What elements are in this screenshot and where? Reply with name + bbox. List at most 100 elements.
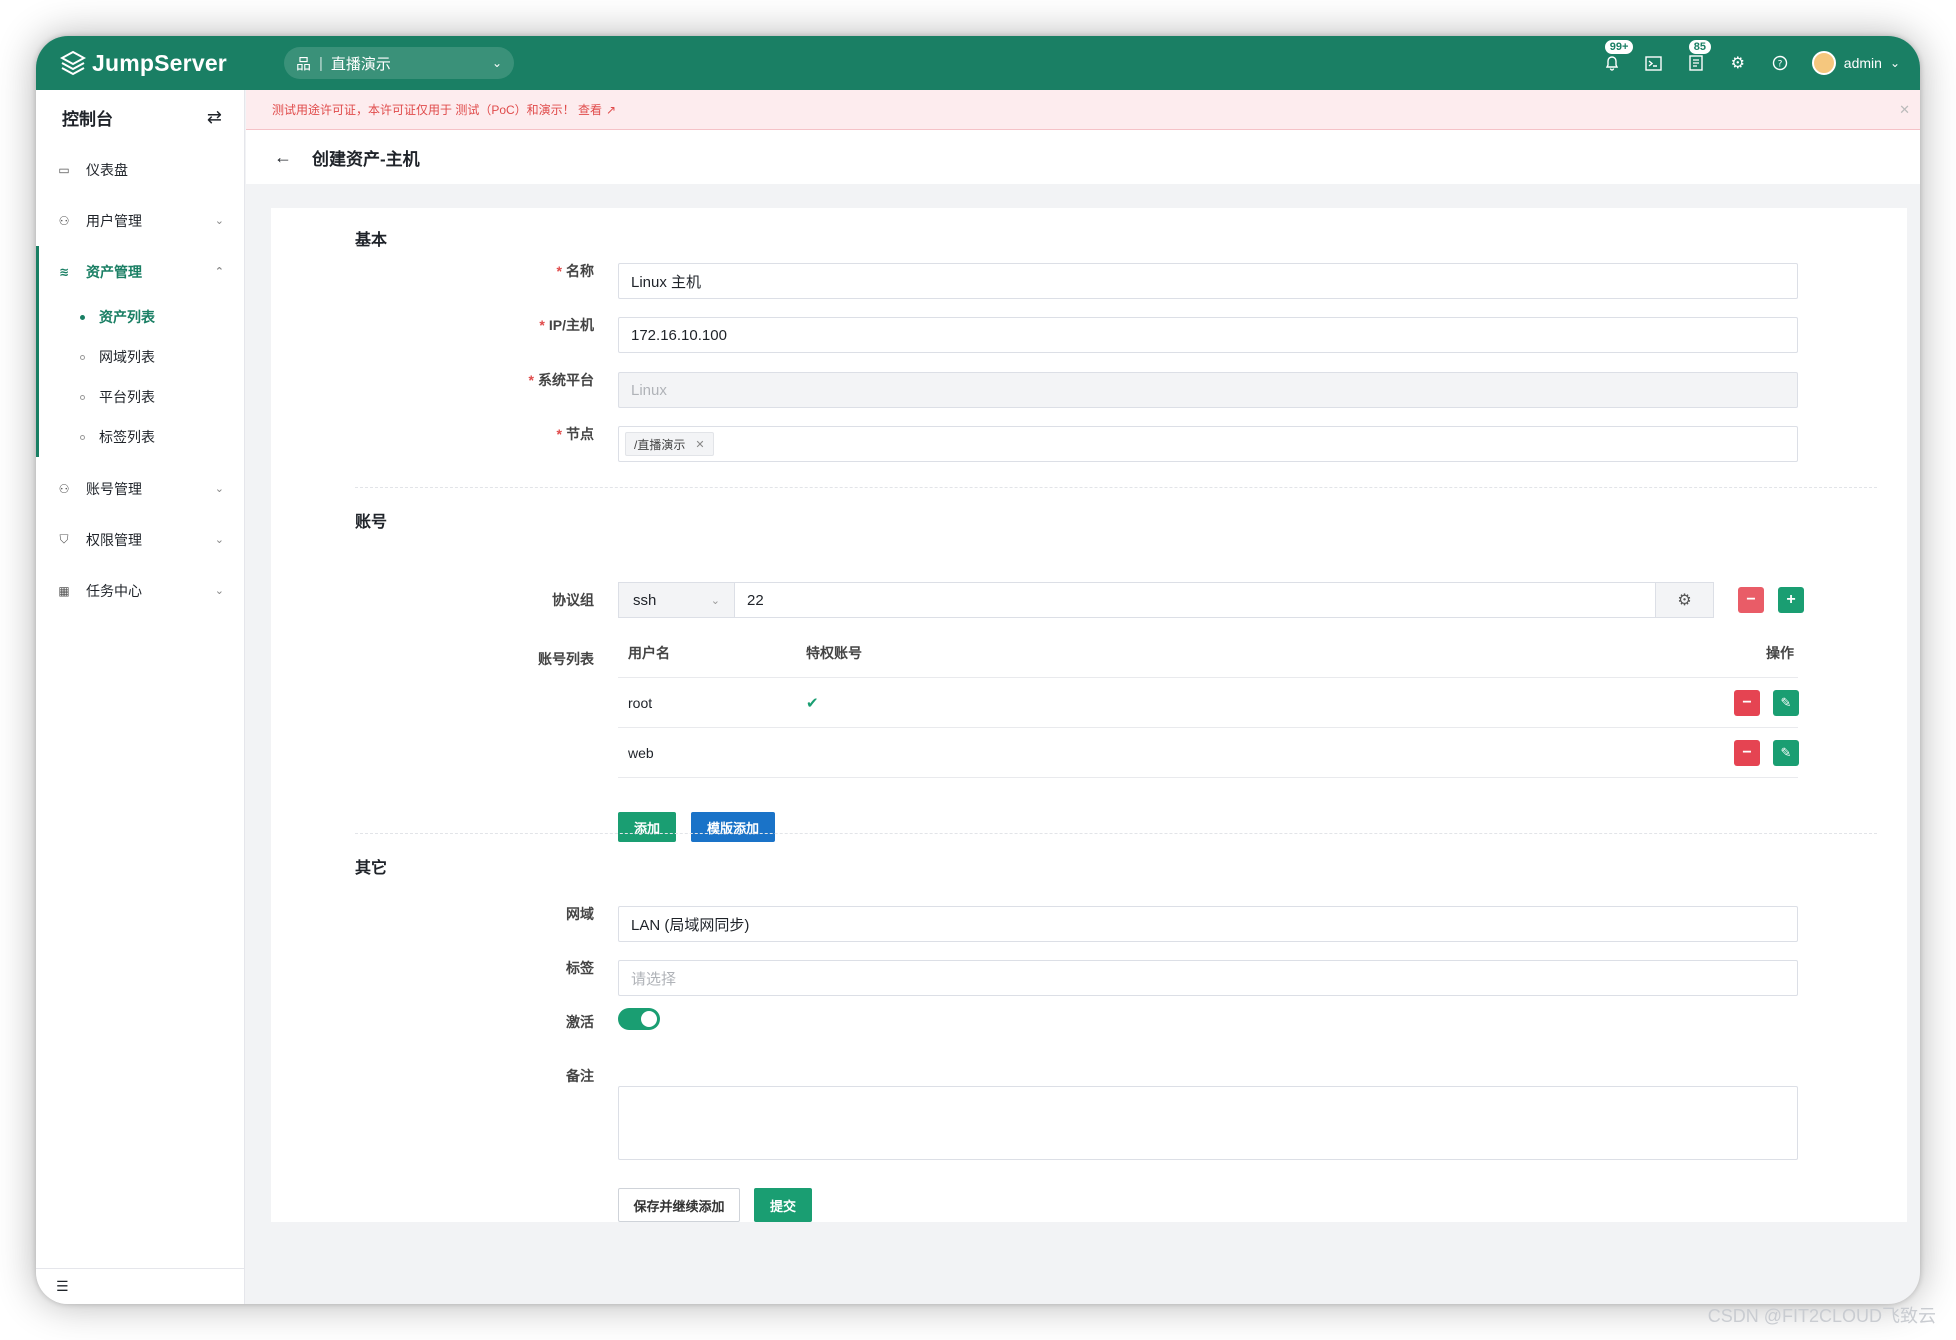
account-table: 用户名 特权账号 操作 root ✔ − ✎ web − ✎ [618, 628, 1799, 778]
tickets-button[interactable]: 85 [1686, 39, 1713, 73]
sidebar-item-label: 用户管理 [86, 212, 142, 229]
help-icon: ? [1772, 55, 1787, 71]
node-select[interactable]: /直播演示 ✕ [618, 426, 1798, 462]
node-label: * 节点 [556, 426, 594, 442]
sidebar: 控制台 ⇄ ▭ 仪表盘 ⚇ 用户管理 ⌄ ≋ 资产管理 ⌃ 资产列表 网域列表 [36, 90, 245, 1304]
sidebar-item-label: 权限管理 [86, 531, 142, 548]
chevron-down-icon: ⌄ [214, 585, 224, 597]
sidebar-item-permissions[interactable]: ⛉ 权限管理 ⌄ [36, 514, 244, 565]
sidebar-item-dashboard[interactable]: ▭ 仪表盘 [36, 144, 244, 195]
sidebar-item-tasks[interactable]: ▦ 任务中心 ⌄ [36, 565, 244, 616]
section-title-account: 账号 [355, 514, 388, 531]
top-bar: JumpServer 品 | 直播演示 ⌄ 99+ 85 ⚙ ? admin ⌄ [36, 36, 1920, 90]
help-button[interactable]: ? [1770, 53, 1790, 73]
dashboard-icon: ▭ [58, 162, 70, 177]
divider [355, 833, 1877, 834]
active-toggle[interactable] [618, 1008, 660, 1030]
column-username: 用户名 [628, 644, 670, 661]
users-icon: ⚇ [58, 213, 70, 228]
logo[interactable]: JumpServer [60, 50, 260, 77]
sidebar-subitem-domain-list[interactable]: 网域列表 [36, 337, 244, 377]
edit-account-button[interactable]: ✎ [1773, 740, 1799, 766]
table-header: 用户名 特权账号 操作 [618, 628, 1798, 678]
edit-icon: ✎ [1780, 745, 1792, 760]
external-link-icon[interactable]: ↗ [606, 103, 616, 117]
form-card: 基本 * 名称 Linux 主机 * IP/主机 172.16.10.100 * 系统… [271, 208, 1907, 1222]
sidebar-title: 控制台 [62, 109, 113, 129]
template-add-button[interactable]: 模版添加 [691, 812, 775, 842]
org-icon: 品 [296, 55, 312, 73]
settings-button[interactable]: ⚙ [1728, 53, 1748, 73]
protocol-group: ssh ⌄ 22 ⚙ [618, 582, 1714, 618]
check-icon: ✔ [806, 694, 819, 712]
notification-badge: 99+ [1603, 39, 1635, 55]
account-list-label: 账号列表 [538, 651, 594, 667]
svg-text:?: ? [1777, 60, 1782, 70]
sidebar-group-assets: ≋ 资产管理 ⌃ 资产列表 网域列表 平台列表 标签列表 [36, 246, 244, 457]
page-header: ← 创建资产-主机 [246, 130, 1920, 184]
port-input[interactable]: 22 [735, 583, 1655, 617]
protocol-label: 协议组 [552, 592, 594, 608]
sidebar-subitem-label: 资产列表 [99, 309, 155, 325]
sidebar-subitem-label-list[interactable]: 标签列表 [36, 417, 244, 457]
submit-button[interactable]: 提交 [754, 1188, 812, 1222]
bell-icon [1605, 56, 1618, 71]
gear-icon: ⚙ [1730, 55, 1745, 72]
sidebar-item-accounts[interactable]: ⚇ 账号管理 ⌄ [36, 463, 244, 514]
name-input[interactable]: Linux 主机 [618, 263, 1798, 299]
labels-select[interactable]: 请选择 [618, 960, 1798, 996]
domain-select[interactable]: LAN (局域网同步) [618, 906, 1798, 942]
divider [355, 487, 1877, 488]
labels-label: 标签 [566, 960, 594, 976]
protocol-select[interactable]: ssh ⌄ [619, 583, 735, 617]
close-icon[interactable]: ✕ [1899, 102, 1910, 118]
section-title-basic: 基本 [355, 232, 388, 249]
user-menu[interactable]: admin ⌄ [1811, 51, 1900, 75]
sidebar-subitem-label: 标签列表 [99, 429, 155, 445]
remove-protocol-button[interactable]: − [1738, 587, 1764, 613]
edit-account-button[interactable]: ✎ [1773, 690, 1799, 716]
sidebar-subitem-platform-list[interactable]: 平台列表 [36, 377, 244, 417]
back-arrow-icon[interactable]: ← [274, 147, 292, 168]
logo-text: JumpServer [92, 49, 227, 76]
edit-icon: ✎ [1780, 695, 1792, 710]
column-privileged: 特权账号 [806, 644, 862, 661]
collapse-sidebar-button[interactable]: ☰ [36, 1268, 244, 1304]
sidebar-subitem-asset-list[interactable]: 资产列表 [36, 297, 244, 337]
calendar-icon: ▦ [58, 583, 70, 598]
sidebar-item-users[interactable]: ⚇ 用户管理 ⌄ [36, 195, 244, 246]
org-selector[interactable]: 品 | 直播演示 ⌄ [284, 47, 514, 79]
ip-input[interactable]: 172.16.10.100 [618, 317, 1798, 353]
ip-label: * IP/主机 [539, 317, 594, 333]
web-terminal-button[interactable] [1644, 53, 1664, 73]
chevron-down-icon: ⌄ [710, 594, 720, 607]
notifications-button[interactable]: 99+ [1602, 39, 1635, 73]
active-label: 激活 [566, 1014, 594, 1030]
notice-text: 测试用途许可证，本许可证仅用于 测试（PoC）和演示！ 查看 [272, 103, 603, 117]
shield-icon: ⛉ [59, 532, 69, 546]
comment-label: 备注 [566, 1068, 594, 1084]
tag-close-icon[interactable]: ✕ [695, 438, 704, 451]
username-cell: root [628, 694, 653, 711]
sidebar-header: 控制台 ⇄ [36, 90, 244, 144]
org-name: 直播演示 [330, 55, 391, 73]
sidebar-item-label: 账号管理 [86, 480, 142, 497]
add-protocol-button[interactable]: + [1778, 587, 1804, 613]
sidebar-item-assets[interactable]: ≋ 资产管理 ⌃ [36, 246, 244, 297]
chevron-down-icon: ⌄ [214, 215, 224, 227]
switch-view-icon[interactable]: ⇄ [207, 107, 222, 128]
accounts-icon: ⚇ [58, 481, 70, 496]
sidebar-subitem-label: 平台列表 [99, 389, 155, 405]
delete-account-button[interactable]: − [1734, 690, 1760, 716]
add-account-button[interactable]: 添加 [618, 812, 676, 842]
save-continue-button[interactable]: 保存并继续添加 [618, 1188, 740, 1222]
comment-textarea[interactable] [618, 1086, 1798, 1160]
chevron-down-icon: ⌄ [491, 56, 502, 70]
watermark: CSDN @FIT2CLOUD飞致云 [1707, 1306, 1936, 1326]
delete-account-button[interactable]: − [1734, 740, 1760, 766]
top-actions: 99+ 85 ⚙ ? admin ⌄ [1602, 39, 1900, 75]
username: admin [1843, 55, 1882, 71]
protocol-settings-button[interactable]: ⚙ [1655, 583, 1713, 617]
node-tag: /直播演示 ✕ [625, 432, 714, 456]
privileged-cell: ✔ [806, 694, 1006, 712]
